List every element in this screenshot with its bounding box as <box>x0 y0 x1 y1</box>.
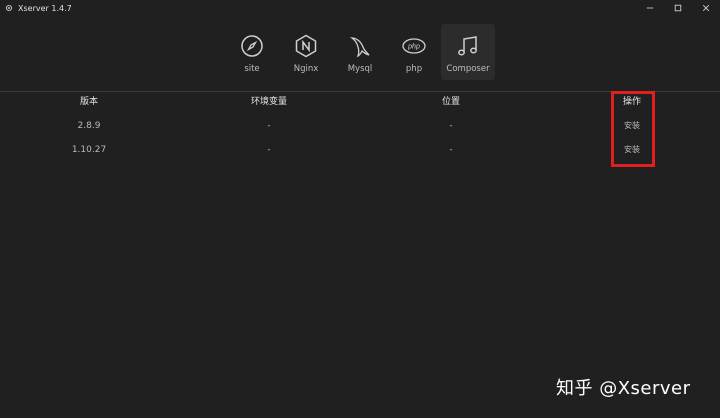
version-table: 版本 环境变量 位置 操作 2.8.9 - - 安装 1.10.27 - - 安… <box>0 94 720 166</box>
install-button[interactable]: 安装 <box>592 142 672 166</box>
music-note-icon <box>456 34 480 58</box>
nginx-icon <box>294 34 318 58</box>
minimize-icon <box>646 7 654 9</box>
header-version: 版本 <box>79 97 98 107</box>
location-cell: - <box>449 145 453 155</box>
header-action: 操作 <box>622 97 641 107</box>
divider <box>0 91 720 92</box>
title-bar: Xserver 1.4.7 <box>0 0 720 16</box>
maximize-icon <box>674 4 682 12</box>
compass-icon <box>240 34 264 58</box>
location-cell: - <box>449 121 453 131</box>
php-icon: php <box>402 34 426 58</box>
tool-label: Nginx <box>293 64 319 74</box>
tool-label: php <box>405 64 423 74</box>
window-controls <box>636 0 720 16</box>
version-cell: 1.10.27 <box>71 145 107 155</box>
table-row: 1.10.27 - - 安装 <box>0 142 720 166</box>
env-cell: - <box>267 121 271 131</box>
tool-site[interactable]: site <box>225 24 279 80</box>
mysql-dolphin-icon <box>348 34 372 58</box>
maximize-button[interactable] <box>664 0 692 16</box>
tool-composer[interactable]: Composer <box>441 24 495 80</box>
header-env: 环境变量 <box>250 97 287 107</box>
tool-label: Mysql <box>347 64 373 74</box>
tool-mysql[interactable]: Mysql <box>333 24 387 80</box>
version-cell: 2.8.9 <box>77 121 101 131</box>
tool-label: Composer <box>446 64 490 74</box>
toolbar: site Nginx Mysql php php Composer <box>0 24 720 82</box>
gear-icon <box>5 4 13 12</box>
watermark: 知乎 @Xserver <box>556 378 691 399</box>
tool-php[interactable]: php php <box>387 24 441 80</box>
minimize-button[interactable] <box>636 0 664 16</box>
close-button[interactable] <box>692 0 720 16</box>
tool-nginx[interactable]: Nginx <box>279 24 333 80</box>
svg-text:php: php <box>407 44 420 51</box>
tool-label: site <box>244 64 260 74</box>
table-header: 版本 环境变量 位置 操作 <box>0 94 720 118</box>
header-location: 位置 <box>441 97 460 107</box>
env-cell: - <box>267 145 271 155</box>
window-title: Xserver 1.4.7 <box>18 3 72 13</box>
table-row: 2.8.9 - - 安装 <box>0 118 720 142</box>
close-icon <box>702 4 710 12</box>
install-button[interactable]: 安装 <box>592 118 672 142</box>
